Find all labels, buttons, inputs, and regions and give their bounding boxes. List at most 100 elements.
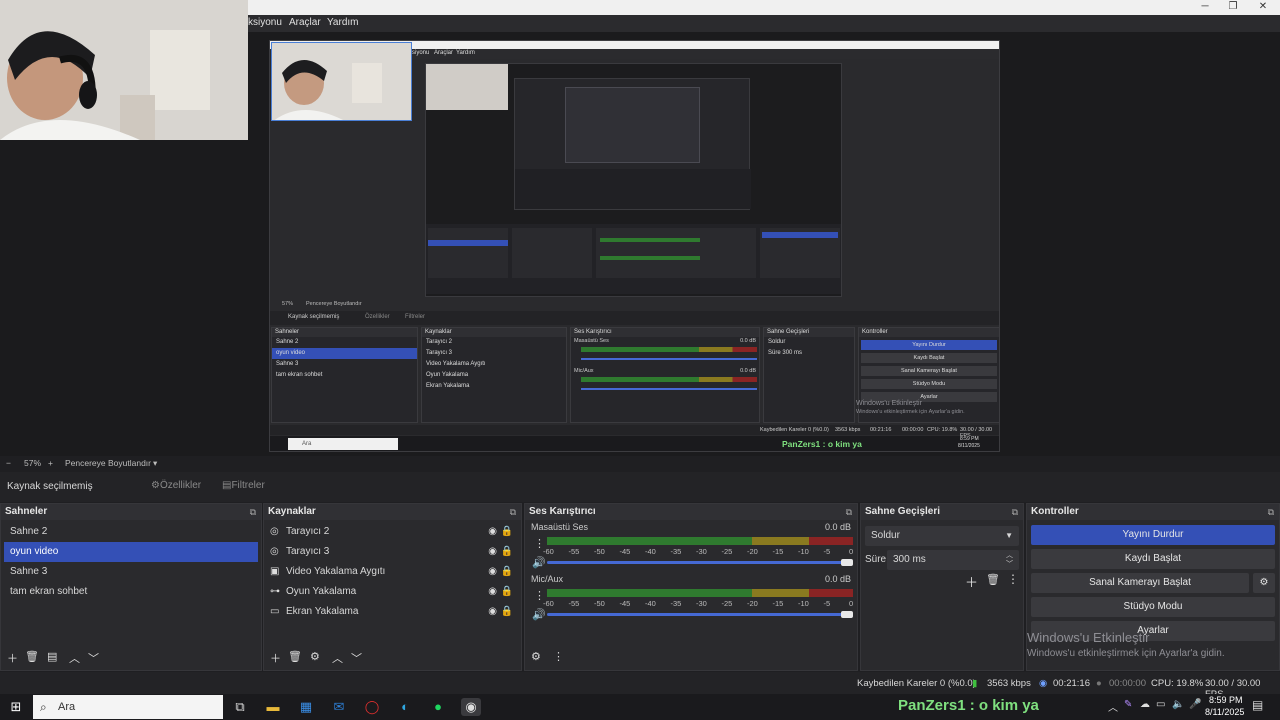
spotify-icon[interactable]: ●: [428, 698, 448, 716]
undock-icon[interactable]: ⧉: [1268, 504, 1274, 520]
meter-tick-label: -60: [543, 599, 554, 608]
add-transition-icon[interactable]: ＋: [965, 572, 978, 591]
stop-stream-button[interactable]: Yayını Durdur: [1031, 525, 1275, 545]
menu-item-tools-partial[interactable]: ksiyonu: [248, 17, 282, 28]
obs-icon[interactable]: ◉: [461, 698, 481, 716]
clock-date[interactable]: 8/11/2025: [1205, 707, 1244, 717]
chevron-up-icon[interactable]: ︿: [69, 650, 80, 666]
volume-fader-knob[interactable]: [841, 559, 853, 566]
virtual-camera-settings-gear-icon[interactable]: ⚙: [1253, 573, 1275, 593]
gear-icon[interactable]: ⚙: [310, 650, 320, 663]
onedrive-icon[interactable]: ☁: [1140, 699, 1150, 710]
duration-input[interactable]: 300 ms ︿ ﹀: [887, 550, 1019, 570]
undock-icon[interactable]: ⧉: [846, 504, 852, 520]
kebab-menu-icon[interactable]: ⋮: [1007, 572, 1019, 586]
source-item[interactable]: ⊶ Oyun Yakalama ◉ 🔒: [264, 582, 521, 602]
microphone-icon[interactable]: 🎤: [1189, 699, 1201, 710]
add-source-icon[interactable]: ＋: [270, 650, 281, 666]
start-virtual-camera-button[interactable]: Sanal Kamerayı Başlat: [1031, 573, 1249, 593]
edge-icon[interactable]: ◐: [395, 698, 415, 716]
scene-item[interactable]: Sahne 2: [4, 522, 258, 542]
nested-source: Tarayıcı 3: [426, 350, 453, 356]
notification-icon[interactable]: ▤: [1252, 698, 1263, 712]
eye-icon[interactable]: ◉: [488, 522, 497, 542]
source-item[interactable]: ▣ Video Yakalama Aygıtı ◉ 🔒: [264, 562, 521, 582]
chevron-down-icon[interactable]: ﹀: [351, 650, 362, 666]
eye-icon[interactable]: ◉: [488, 602, 497, 622]
store-icon[interactable]: ▦: [296, 698, 316, 716]
nested-deep-sources: [512, 228, 592, 278]
scenes-dock: Sahneler ⧉ Sahne 2 oyun video Sahne 3 tam…: [0, 503, 262, 671]
meter-tick-label: -25: [721, 599, 733, 608]
add-scene-icon[interactable]: ＋: [7, 650, 18, 666]
eye-icon[interactable]: ◉: [488, 542, 497, 562]
studio-mode-button[interactable]: Stüdyo Modu: [1031, 597, 1275, 617]
zoom-chevron-down-icon[interactable]: ▾: [153, 458, 157, 469]
volume-fader[interactable]: [547, 613, 853, 616]
pen-icon[interactable]: ✎: [1124, 699, 1132, 710]
trash-icon[interactable]: 🗑: [986, 573, 1000, 586]
meter-tick-label: -55: [568, 547, 580, 556]
eye-icon[interactable]: ◉: [488, 562, 497, 582]
speaker-icon[interactable]: 🔈: [1172, 699, 1184, 710]
meter-tick-label: -50: [594, 547, 605, 556]
nested-fader: [581, 388, 757, 390]
close-icon[interactable]: ✕: [1248, 0, 1278, 15]
volume-icon[interactable]: 🔊: [532, 608, 546, 621]
menu-item-yardim[interactable]: Yardım: [327, 17, 359, 28]
volume-fader[interactable]: [547, 561, 853, 564]
opera-icon[interactable]: ◯: [362, 698, 382, 716]
scene-item-selected[interactable]: oyun video: [4, 542, 258, 562]
scene-item[interactable]: tam ekran sohbet: [4, 582, 258, 602]
lock-icon[interactable]: 🔒: [501, 522, 513, 542]
undock-icon[interactable]: ⧉: [250, 504, 256, 520]
lock-icon[interactable]: 🔒: [501, 542, 513, 562]
controls-dock: Kontroller ⧉ Yayını Durdur Kaydı Başlat S…: [1026, 503, 1280, 671]
source-item[interactable]: ▭ Ekran Yakalama ◉ 🔒: [264, 602, 521, 622]
volume-icon[interactable]: 🔊: [532, 556, 546, 569]
source-item[interactable]: ◎ Tarayıcı 3 ◉ 🔒: [264, 542, 521, 562]
transition-select[interactable]: Soldur ▼: [865, 526, 1019, 546]
undock-icon[interactable]: ⧉: [1012, 504, 1018, 520]
nested-deep-meter: [600, 256, 700, 260]
windows-start-icon[interactable]: ⊞: [6, 698, 26, 716]
minimize-icon[interactable]: ─: [1190, 0, 1220, 15]
lock-icon[interactable]: 🔒: [501, 582, 513, 602]
trash-icon[interactable]: 🗑: [288, 650, 302, 663]
kebab-menu-icon[interactable]: ⋮: [553, 650, 564, 663]
undock-icon[interactable]: ⧉: [510, 504, 516, 520]
start-recording-button[interactable]: Kaydı Başlat: [1031, 549, 1275, 569]
filters-button[interactable]: ▤Filtreler: [222, 480, 265, 491]
lock-icon[interactable]: 🔒: [501, 602, 513, 622]
outlook-icon[interactable]: ✉: [329, 698, 349, 716]
tray-chevron-up-icon[interactable]: ︿: [1108, 699, 1118, 714]
webcam-overlay[interactable]: [0, 0, 248, 140]
eye-icon[interactable]: ◉: [488, 582, 497, 602]
nested-fader: [581, 358, 757, 360]
maximize-icon[interactable]: ❐: [1218, 0, 1248, 15]
globe-icon: ◎: [270, 526, 279, 537]
menu-item-araclar[interactable]: Araçlar: [289, 17, 321, 28]
nested-source-status: Kaynak seçilmemiş: [288, 314, 340, 320]
taskbar-search-input[interactable]: ⌕ Ara: [33, 695, 223, 719]
file-explorer-icon[interactable]: ▬: [263, 698, 283, 716]
properties-button[interactable]: ⚙Özellikler: [151, 480, 201, 491]
nested-watermark1: Windows'u Etkinleştir: [856, 400, 922, 407]
zoom-in-button[interactable]: +: [48, 458, 53, 468]
clock-time[interactable]: 8:59 PM: [1209, 695, 1243, 705]
nested-preview: [425, 63, 842, 297]
trash-icon[interactable]: 🗑: [25, 650, 39, 663]
volume-fader-knob[interactable]: [841, 611, 853, 618]
filter-icon[interactable]: ▤: [47, 650, 57, 663]
advanced-audio-icon[interactable]: ⚙: [531, 650, 541, 663]
nested-ctrl: Yayını Durdur: [861, 340, 997, 350]
chevron-down-icon[interactable]: ﹀: [88, 650, 99, 666]
scene-item[interactable]: Sahne 3: [4, 562, 258, 582]
task-view-icon[interactable]: ⧉: [230, 698, 250, 716]
chevron-up-icon[interactable]: ︿: [332, 650, 343, 666]
zoom-out-button[interactable]: −: [6, 458, 11, 468]
source-item[interactable]: ◎ Tarayıcı 2 ◉ 🔒: [264, 522, 521, 542]
network-icon[interactable]: ▭: [1156, 699, 1165, 710]
lock-icon[interactable]: 🔒: [501, 562, 513, 582]
zoom-mode[interactable]: Pencereye Boyutlandır: [65, 458, 151, 468]
